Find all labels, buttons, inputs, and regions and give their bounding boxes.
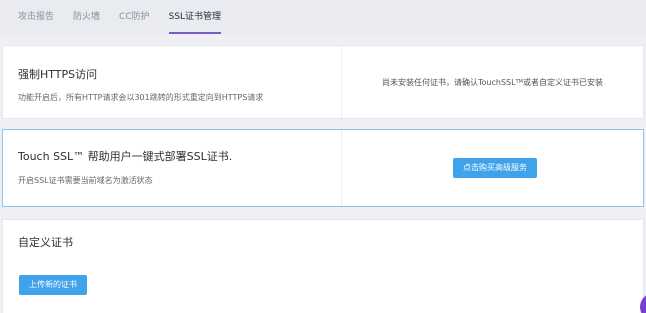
custom-certificate-card: 自定义证书 上传新的证书 [2, 219, 644, 313]
tab-bar: 攻击报告 防火墙 CC防护 SSL证书管理 [0, 0, 646, 35]
buy-premium-button[interactable]: 点击购买高级服务 [453, 158, 537, 178]
touchssl-card: Touch SSL™ 帮助用户一键式部署SSL证书. 开启SSL证书需要当前域名… [2, 129, 644, 207]
force-https-title: 强制HTTPS访问 [18, 68, 98, 81]
card-divider [341, 130, 342, 206]
trademark-mark: TM [515, 79, 523, 85]
tab-ssl-management[interactable]: SSL证书管理 [168, 0, 222, 35]
touchssl-description: 开启SSL证书需要当前域名为激活状态 [18, 176, 153, 185]
force-https-description: 功能开启后，所有HTTP请求会以301跳转的形式重定向到HTTPS请求 [18, 93, 264, 102]
upload-certificate-button[interactable]: 上传新的证书 [19, 275, 87, 295]
touchssl-title: Touch SSL™ 帮助用户一键式部署SSL证书. [18, 150, 233, 163]
tab-attack-report[interactable]: 攻击报告 [18, 0, 54, 35]
status-prefix: 尚未安装任何证书，请确认TouchSSL [382, 77, 516, 87]
status-suffix: 或者自定义证书已安装 [522, 77, 603, 87]
force-https-card: 强制HTTPS访问 功能开启后，所有HTTP请求会以301跳转的形式重定向到HT… [2, 45, 644, 119]
tab-firewall[interactable]: 防火墙 [73, 0, 100, 35]
custom-certificate-title: 自定义证书 [18, 236, 73, 249]
certificate-status-text: 尚未安装任何证书，请确认TouchSSL TM 或者自定义证书已安装 [342, 46, 643, 118]
tab-cc-protection[interactable]: CC防护 [119, 0, 150, 35]
